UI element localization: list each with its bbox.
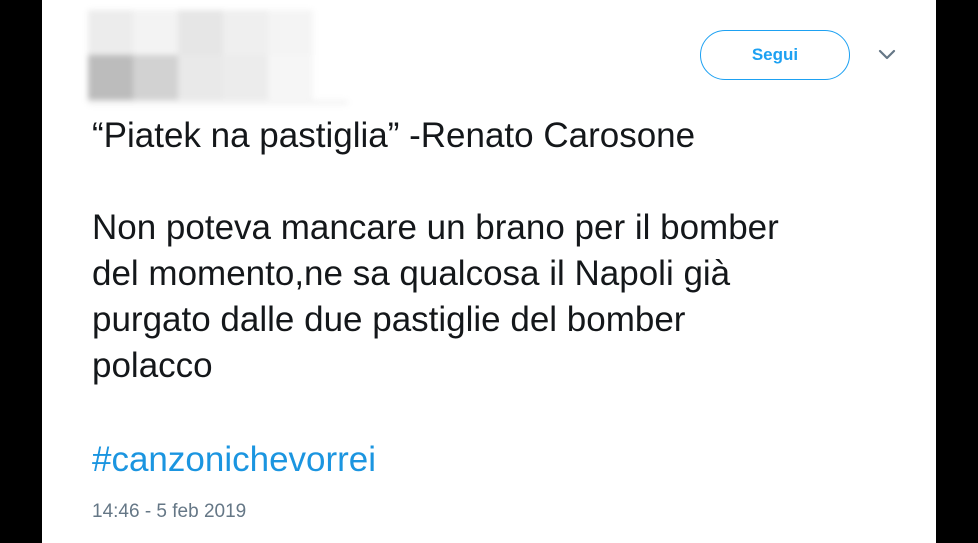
follow-button-label: Segui — [751, 45, 799, 64]
tweet-timestamp[interactable]: 14:46 - 5 feb 2019 — [92, 501, 246, 523]
blurred-author-info — [88, 10, 388, 105]
tweet-card: Segui “Piatek na pastiglia” -Renato Caro… — [42, 0, 936, 543]
chevron-down-icon[interactable] — [876, 48, 898, 62]
tweet-text: “Piatek na pastiglia” -Renato Carosone N… — [92, 116, 779, 385]
follow-button[interactable]: Segui — [700, 30, 850, 80]
hashtag-link[interactable]: #canzonichevorrei — [92, 437, 376, 483]
